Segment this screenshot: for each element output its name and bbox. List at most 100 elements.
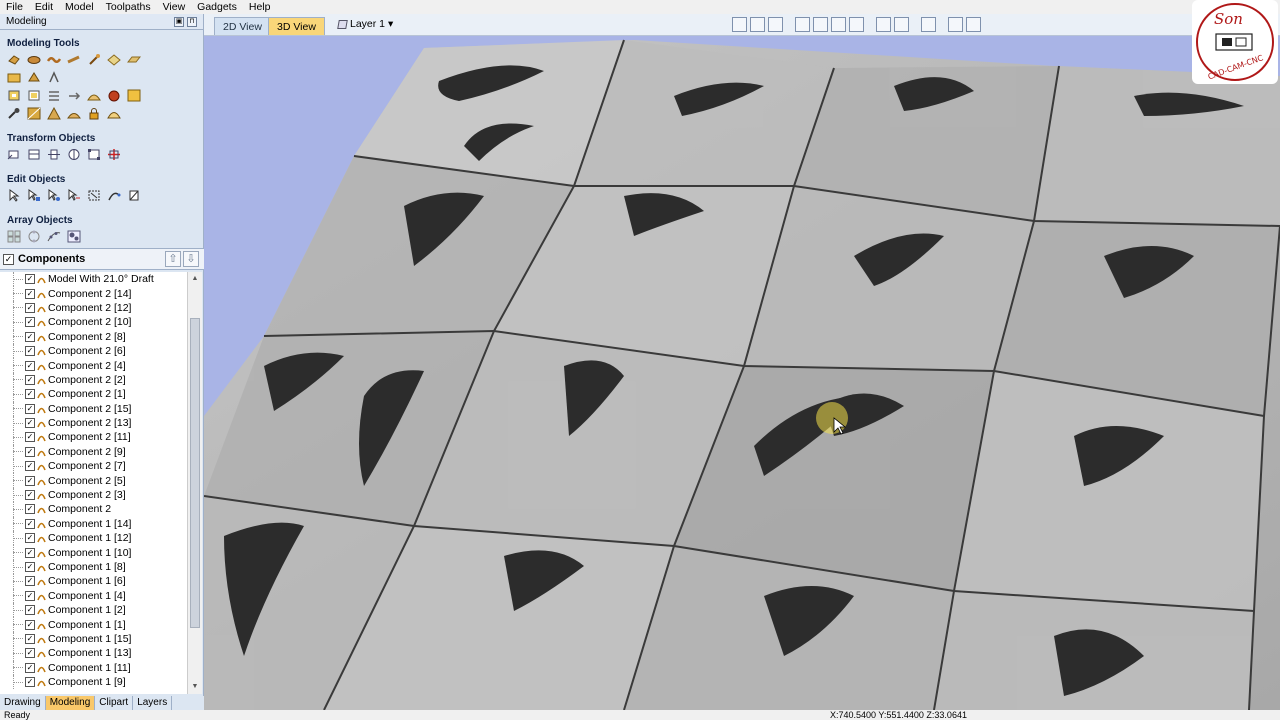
- lock-icon[interactable]: [87, 107, 101, 120]
- tree-row-component[interactable]: ✓ Component 1 [9]: [0, 674, 187, 690]
- fade-icon[interactable]: [47, 71, 61, 84]
- image-texture-icon[interactable]: [127, 89, 141, 102]
- scale-icon[interactable]: [47, 148, 61, 161]
- move-down-button[interactable]: ⇩: [183, 251, 199, 267]
- tree-row-model[interactable]: ✓ Model With 21.0° Draft: [0, 272, 187, 287]
- zoom-icon[interactable]: [813, 17, 828, 32]
- interactive-icon[interactable]: [67, 189, 81, 202]
- menu-edit[interactable]: Edit: [35, 0, 53, 14]
- visibility-checkbox[interactable]: ✓: [25, 461, 35, 472]
- two-rail-sweep-icon[interactable]: [67, 53, 81, 66]
- select-icon[interactable]: [7, 189, 21, 202]
- tab-modeling[interactable]: Modeling: [45, 696, 96, 710]
- visibility-checkbox[interactable]: ✓: [25, 533, 35, 544]
- zoom-fit-icon[interactable]: [831, 17, 846, 32]
- nest-icon[interactable]: [67, 230, 81, 243]
- tree-row-component[interactable]: ✓ Component 2 [3]: [0, 487, 187, 503]
- visibility-checkbox[interactable]: ✓: [25, 418, 35, 429]
- tree-row-component[interactable]: ✓ Component 1 [15]: [0, 631, 187, 647]
- iso-view-icon[interactable]: [876, 17, 891, 32]
- tree-row-component[interactable]: ✓ Component 2 [9]: [0, 444, 187, 460]
- menu-view[interactable]: View: [163, 0, 186, 14]
- tree-row-component[interactable]: ✓ Component 1 [2]: [0, 602, 187, 618]
- visibility-checkbox[interactable]: ✓: [25, 547, 35, 558]
- tree-row-component[interactable]: ✓ Component 2 [5]: [0, 473, 187, 489]
- tree-row-component[interactable]: ✓ Component 2 [10]: [0, 315, 187, 330]
- tree-row-component[interactable]: ✓ Component 1 [11]: [0, 660, 187, 676]
- visibility-checkbox[interactable]: ✓: [25, 648, 35, 659]
- visibility-checkbox[interactable]: ✓: [25, 446, 35, 457]
- visibility-checkbox[interactable]: ✓: [25, 274, 35, 285]
- size-icon[interactable]: [87, 148, 101, 161]
- sculpt-tool-icon[interactable]: [7, 107, 21, 120]
- layout-single-icon[interactable]: [948, 17, 963, 32]
- visibility-checkbox[interactable]: ✓: [25, 504, 35, 515]
- tree-row-component[interactable]: ✓ Component 1 [12]: [0, 531, 187, 546]
- lighting-icon[interactable]: [921, 17, 936, 32]
- visibility-checkbox[interactable]: ✓: [25, 590, 35, 601]
- visibility-checkbox[interactable]: ✓: [25, 633, 35, 644]
- 3d-viewport[interactable]: [204, 36, 1280, 710]
- visibility-checkbox[interactable]: ✓: [25, 346, 35, 357]
- tab-3d-view[interactable]: 3D View: [268, 17, 325, 35]
- copy-along-vector-icon[interactable]: [47, 230, 61, 243]
- tree-row-component[interactable]: ✓ Component 1 [8]: [0, 559, 187, 575]
- tab-layers[interactable]: Layers: [133, 696, 173, 710]
- tree-scrollbar[interactable]: ▲ ▼: [188, 272, 202, 694]
- menu-model[interactable]: Model: [65, 0, 94, 14]
- visibility-checkbox[interactable]: ✓: [25, 619, 35, 630]
- tree-row-component[interactable]: ✓ Component 2 [12]: [0, 300, 187, 316]
- dome-icon[interactable]: [87, 89, 101, 102]
- auto-hide-icon[interactable]: ⊓: [187, 16, 197, 27]
- tree-row-component[interactable]: ✓ Component 2 [2]: [0, 372, 187, 388]
- tree-row-component[interactable]: ✓ Component 1 [6]: [0, 574, 187, 589]
- transform-mode-icon[interactable]: [47, 189, 61, 202]
- tree-row-component[interactable]: ✓ Component 1 [1]: [0, 617, 187, 633]
- visibility-checkbox[interactable]: ✓: [25, 432, 35, 443]
- tree-row-component[interactable]: ✓ Component 1 [10]: [0, 545, 187, 561]
- scroll-down-arrow-icon[interactable]: ▼: [190, 682, 200, 692]
- visibility-checkbox[interactable]: ✓: [25, 475, 35, 486]
- align-icon[interactable]: [27, 148, 41, 161]
- tab-2d-view[interactable]: 2D View: [214, 17, 271, 35]
- tree-row-component[interactable]: ✓ Component 2 [8]: [0, 329, 187, 345]
- menu-toolpaths[interactable]: Toolpaths: [106, 0, 151, 14]
- tree-row-component[interactable]: ✓ Component 2 [14]: [0, 286, 187, 302]
- bounding-box-icon[interactable]: [27, 89, 41, 102]
- block-copy-icon[interactable]: [7, 230, 21, 243]
- relief-dome-icon[interactable]: [107, 107, 121, 120]
- layout-split-icon[interactable]: [966, 17, 981, 32]
- visibility-checkbox[interactable]: ✓: [25, 605, 35, 616]
- center-icon[interactable]: [107, 148, 121, 161]
- texture-area-icon[interactable]: [27, 107, 41, 120]
- visibility-checkbox[interactable]: ✓: [25, 662, 35, 673]
- visibility-checkbox[interactable]: ✓: [25, 677, 35, 688]
- visibility-checkbox[interactable]: ✓: [25, 374, 35, 385]
- menu-file[interactable]: File: [6, 0, 23, 14]
- smooth-icon[interactable]: [107, 89, 121, 102]
- angled-plane-icon[interactable]: [107, 53, 121, 66]
- visibility-checkbox[interactable]: ✓: [25, 403, 35, 414]
- create-component-icon[interactable]: [27, 71, 41, 84]
- visibility-checkbox[interactable]: ✓: [25, 317, 35, 328]
- node-edit-icon[interactable]: [27, 189, 41, 202]
- move-icon[interactable]: [7, 148, 21, 161]
- visibility-checkbox[interactable]: ✓: [25, 331, 35, 342]
- create-shape-icon[interactable]: [27, 53, 41, 66]
- import-component-icon[interactable]: [7, 71, 21, 84]
- merge-icon[interactable]: [47, 89, 61, 102]
- tree-row-component[interactable]: ✓ Component 2 [11]: [0, 430, 187, 446]
- visibility-checkbox[interactable]: ✓: [25, 288, 35, 299]
- tree-row-component[interactable]: ✓ Component 2 [4]: [0, 358, 187, 374]
- move-up-button[interactable]: ⇧: [165, 251, 181, 267]
- triangle-shape-icon[interactable]: [47, 107, 61, 120]
- cut-icon[interactable]: [127, 189, 141, 202]
- grid-icon[interactable]: [768, 17, 783, 32]
- components-visibility-checkbox[interactable]: ✓: [3, 253, 14, 265]
- menu-gadgets[interactable]: Gadgets: [197, 0, 237, 14]
- visibility-checkbox[interactable]: ✓: [25, 576, 35, 587]
- tab-drawing[interactable]: Drawing: [0, 696, 46, 710]
- menu-help[interactable]: Help: [249, 0, 271, 14]
- texture-icon[interactable]: [127, 53, 141, 66]
- shape-editor-icon[interactable]: [7, 53, 21, 66]
